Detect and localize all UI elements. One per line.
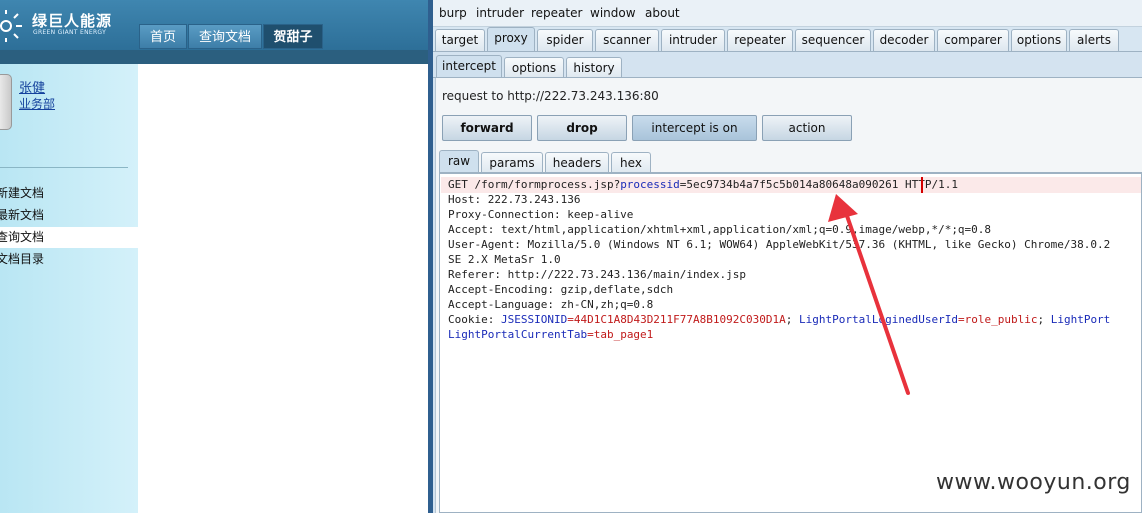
request-target-label: request to http://222.73.243.136:80 <box>442 89 659 103</box>
tab-raw[interactable]: raw <box>439 150 479 174</box>
logo-sun-icon <box>0 10 22 42</box>
sidebar-item-doc-catalog[interactable]: 文档目录 <box>0 249 138 270</box>
tab-intruder[interactable]: intruder <box>661 29 725 51</box>
tab-hex[interactable]: hex <box>611 152 651 174</box>
header-accept-encoding: Accept-Encoding: gzip,deflate,sdch <box>448 283 674 296</box>
tab-proxy[interactable]: proxy <box>487 27 535 51</box>
tab-params[interactable]: params <box>481 152 543 174</box>
menu-burp[interactable]: burp <box>439 6 467 20</box>
tab-comparer[interactable]: comparer <box>937 29 1009 51</box>
menu-bar: burp intruder repeater window about <box>433 0 1142 27</box>
web-sidebar: 张健 业务部 新建文档 最新文档 查询文档 文档目录 <box>0 64 138 513</box>
header-host: Host: 222.73.243.136 <box>448 193 581 206</box>
web-subheader-bar <box>0 50 428 64</box>
menu-about[interactable]: about <box>645 6 680 20</box>
menu-window[interactable]: window <box>590 6 636 20</box>
tab-history[interactable]: history <box>566 57 622 79</box>
menu-intruder[interactable]: intruder <box>476 6 524 20</box>
tab-intercept[interactable]: intercept <box>436 55 502 79</box>
user-dept-link[interactable]: 业务部 <box>19 95 55 112</box>
sidebar-item-new-doc[interactable]: 新建文档 <box>0 183 138 204</box>
tab-scanner[interactable]: scanner <box>595 29 659 51</box>
menu-repeater[interactable]: repeater <box>531 6 582 20</box>
action-button[interactable]: action <box>762 115 852 141</box>
user-name-link[interactable]: 张健 <box>19 77 45 96</box>
header-accept: Accept: text/html,application/xhtml+xml,… <box>448 223 992 236</box>
intercept-toggle-button[interactable]: intercept is on <box>632 115 757 141</box>
tab-repeater[interactable]: repeater <box>727 29 793 51</box>
sidebar-item-query-doc[interactable]: 查询文档 <box>0 227 138 248</box>
burp-content: burp intruder repeater window about targ… <box>433 0 1142 513</box>
header-user-agent-cont: SE 2.X MetaSr 1.0 <box>448 253 561 266</box>
text-caret <box>921 177 923 193</box>
header-cookie-cont: LightPortalCurrentTab=tab_page1 <box>448 328 654 341</box>
web-header: 绿巨人能源 GREEN GIANT ENERGY 首页 查询文档 贺甜子 <box>0 0 428 50</box>
avatar <box>0 74 12 130</box>
tab-proxy-options[interactable]: options <box>504 57 564 79</box>
header-proxy-connection: Proxy-Connection: keep-alive <box>448 208 634 221</box>
tab-headers[interactable]: headers <box>545 152 609 174</box>
raw-request-editor[interactable]: GET /form/formprocess.jsp?processid=5ec9… <box>439 173 1142 513</box>
logo-text: 绿巨人能源 <box>32 12 113 30</box>
sidebar-divider <box>0 167 128 168</box>
tab-decoder[interactable]: decoder <box>873 29 935 51</box>
burp-window: burp intruder repeater window about targ… <box>428 0 1142 513</box>
tab-alerts[interactable]: alerts <box>1069 29 1119 51</box>
request-line: GET /form/formprocess.jsp?processid=5ec9… <box>448 178 958 191</box>
param-name: processid <box>620 178 680 191</box>
header-accept-language: Accept-Language: zh-CN,zh;q=0.8 <box>448 298 654 311</box>
nav-user[interactable]: 贺甜子 <box>263 24 323 49</box>
tab-spider[interactable]: spider <box>537 29 593 51</box>
drop-button[interactable]: drop <box>537 115 627 141</box>
sidebar-item-latest-doc[interactable]: 最新文档 <box>0 205 138 226</box>
web-app-window: 绿巨人能源 GREEN GIANT ENERGY 首页 查询文档 贺甜子 张健 … <box>0 0 428 513</box>
tab-sequencer[interactable]: sequencer <box>795 29 871 51</box>
header-cookie: Cookie: JSESSIONID=44D1C1A8D43D211F77A8B… <box>448 313 1111 326</box>
watermark: www.wooyun.org <box>936 470 1131 495</box>
tab-target[interactable]: target <box>435 29 485 51</box>
forward-button[interactable]: forward <box>442 115 532 141</box>
tab-options[interactable]: options <box>1011 29 1067 51</box>
header-referer: Referer: http://222.73.243.136/main/inde… <box>448 268 747 281</box>
header-user-agent: User-Agent: Mozilla/5.0 (Windows NT 6.1;… <box>448 238 1111 251</box>
nav-home[interactable]: 首页 <box>139 24 187 49</box>
logo-subtext: GREEN GIANT ENERGY <box>33 29 107 36</box>
nav-query-docs[interactable]: 查询文档 <box>188 24 262 49</box>
